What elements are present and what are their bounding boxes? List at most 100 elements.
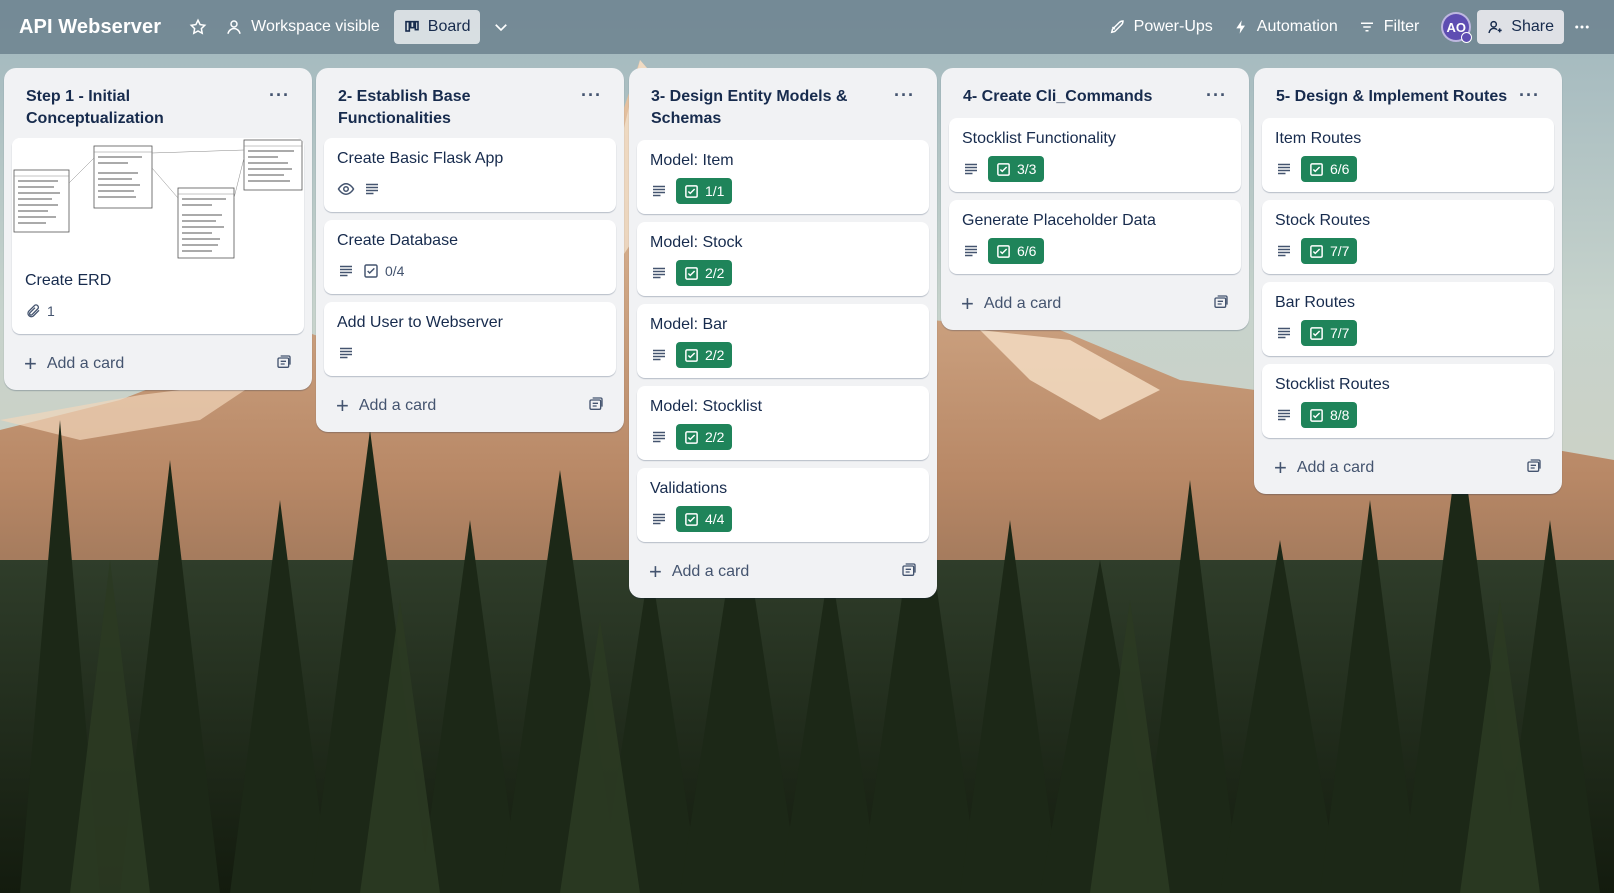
checkbox-icon bbox=[685, 512, 698, 526]
visibility-button[interactable]: Workspace visible bbox=[215, 10, 390, 44]
checklist-complete-badge: 2/2 bbox=[676, 260, 733, 286]
list-menu-button[interactable]: ··· bbox=[1513, 86, 1546, 104]
list-menu-button[interactable]: ··· bbox=[888, 86, 921, 104]
add-card-label: Add a card bbox=[358, 397, 437, 414]
add-card-button[interactable]: + Add a card bbox=[649, 561, 749, 583]
checkbox-icon bbox=[685, 266, 698, 280]
checklist-complete-badge: 2/2 bbox=[676, 424, 733, 450]
checkbox-icon bbox=[997, 244, 1010, 258]
card[interactable]: Stock Routes 7/7 bbox=[1262, 200, 1554, 274]
card-title: Validations bbox=[650, 480, 728, 497]
card-title: Bar Routes bbox=[1275, 294, 1356, 311]
card[interactable]: Generate Placeholder Data 6/6 bbox=[949, 200, 1241, 274]
checkbox-icon bbox=[997, 162, 1010, 176]
checklist-count: 2/2 bbox=[705, 429, 725, 445]
description-icon bbox=[1275, 242, 1293, 260]
card-cover-erd-image bbox=[12, 138, 304, 260]
card[interactable]: Model: Item 1/1 bbox=[637, 140, 929, 214]
add-card-button[interactable]: + Add a card bbox=[961, 293, 1061, 315]
create-from-template-icon[interactable] bbox=[276, 354, 292, 375]
card-title: Generate Placeholder Data bbox=[962, 212, 1156, 229]
add-card-button[interactable]: + Add a card bbox=[1274, 457, 1374, 479]
card-title: Stock Routes bbox=[1275, 212, 1371, 229]
description-icon bbox=[962, 160, 980, 178]
card[interactable]: Item Routes 6/6 bbox=[1262, 118, 1554, 192]
card[interactable]: Stocklist Routes 8/8 bbox=[1262, 364, 1554, 438]
visibility-label: Workspace visible bbox=[251, 18, 380, 35]
share-label: Share bbox=[1511, 18, 1554, 35]
board-view-button[interactable]: Board bbox=[393, 10, 481, 44]
list-title[interactable]: 5- Design & Implement Routes bbox=[1276, 86, 1513, 108]
checkbox-icon bbox=[1310, 244, 1323, 258]
card-title: Stocklist Functionality bbox=[962, 130, 1116, 147]
card[interactable]: Create Database 0/4 bbox=[324, 220, 616, 294]
create-from-template-icon[interactable] bbox=[588, 396, 604, 417]
people-icon bbox=[225, 18, 243, 36]
list: Step 1 - Initial Conceptualization ··· C… bbox=[4, 68, 312, 390]
filter-label: Filter bbox=[1383, 18, 1420, 35]
description-icon bbox=[962, 242, 980, 260]
card-title: Stocklist Routes bbox=[1275, 376, 1390, 393]
card[interactable]: Add User to Webserver bbox=[324, 302, 616, 376]
description-icon bbox=[1275, 406, 1293, 424]
card[interactable]: Stocklist Functionality 3/3 bbox=[949, 118, 1241, 192]
card-title: Model: Bar bbox=[650, 316, 728, 333]
add-person-icon bbox=[1487, 19, 1503, 35]
create-from-template-icon[interactable] bbox=[1213, 294, 1229, 315]
card[interactable]: Model: Stocklist 2/2 bbox=[637, 386, 929, 460]
filter-icon bbox=[1358, 18, 1376, 36]
member-avatar[interactable]: AO bbox=[1441, 12, 1473, 43]
card[interactable]: Bar Routes 7/7 bbox=[1262, 282, 1554, 356]
list-menu-button[interactable]: ··· bbox=[575, 86, 608, 104]
checklist-count: 7/7 bbox=[1330, 243, 1350, 259]
checklist-count: 6/6 bbox=[1330, 161, 1350, 177]
board-view-icon bbox=[404, 19, 420, 35]
filter-button[interactable]: Filter bbox=[1348, 10, 1430, 44]
view-switcher-button[interactable] bbox=[484, 10, 518, 44]
description-icon bbox=[650, 510, 668, 528]
checkbox-icon bbox=[1310, 408, 1323, 422]
description-icon bbox=[337, 344, 355, 362]
board-title[interactable]: API Webserver bbox=[19, 16, 161, 39]
card-title: Model: Stocklist bbox=[650, 398, 763, 415]
card[interactable]: Model: Bar 2/2 bbox=[637, 304, 929, 378]
checklist-count: 7/7 bbox=[1330, 325, 1350, 341]
share-button[interactable]: Share bbox=[1477, 10, 1564, 44]
checklist-complete-badge: 6/6 bbox=[988, 238, 1045, 264]
checklist-complete-badge: 3/3 bbox=[988, 156, 1045, 182]
checklist-count: 6/6 bbox=[1017, 243, 1037, 259]
board-menu-button[interactable] bbox=[1564, 10, 1600, 44]
card[interactable]: Validations 4/4 bbox=[637, 468, 929, 542]
automation-label: Automation bbox=[1256, 18, 1338, 35]
checklist-complete-badge: 7/7 bbox=[1301, 238, 1358, 264]
add-card-button[interactable]: + Add a card bbox=[336, 395, 437, 417]
checklist-count: 2/2 bbox=[705, 347, 725, 363]
list-title[interactable]: 3- Design Entity Models & Schemas bbox=[651, 86, 888, 130]
board-header: API Webserver Workspace visible Board Po… bbox=[0, 0, 1614, 54]
list-title[interactable]: 2- Establish Base Functionalities bbox=[338, 86, 575, 130]
card[interactable]: Model: Stock 2/2 bbox=[637, 222, 929, 296]
checklist-complete-badge: 2/2 bbox=[676, 342, 733, 368]
automation-button[interactable]: Automation bbox=[1223, 10, 1348, 44]
create-from-template-icon[interactable] bbox=[901, 562, 917, 583]
list: 3- Design Entity Models & Schemas ··· Mo… bbox=[629, 68, 937, 598]
powerups-button[interactable]: Power-Ups bbox=[1098, 10, 1223, 44]
list-title[interactable]: 4- Create Cli_Commands bbox=[963, 86, 1200, 108]
checkbox-icon bbox=[685, 430, 698, 444]
powerups-label: Power-Ups bbox=[1133, 18, 1213, 35]
card[interactable]: Create Basic Flask App bbox=[324, 138, 616, 212]
list-title[interactable]: Step 1 - Initial Conceptualization bbox=[26, 86, 263, 130]
card-title: Create ERD bbox=[25, 272, 112, 289]
add-card-button[interactable]: + Add a card bbox=[24, 353, 124, 375]
star-board-button[interactable] bbox=[181, 10, 215, 44]
description-icon bbox=[650, 428, 668, 446]
card[interactable]: Create ERD 1 bbox=[12, 138, 304, 334]
board-view-label: Board bbox=[427, 18, 471, 35]
list-menu-button[interactable]: ··· bbox=[263, 86, 296, 104]
card-title: Add User to Webserver bbox=[337, 314, 503, 331]
checklist-complete-badge: 7/7 bbox=[1301, 320, 1358, 346]
checklist-count: 0/4 bbox=[385, 263, 405, 279]
list-menu-button[interactable]: ··· bbox=[1200, 86, 1233, 104]
checkbox-icon bbox=[364, 264, 378, 278]
create-from-template-icon[interactable] bbox=[1526, 458, 1542, 479]
